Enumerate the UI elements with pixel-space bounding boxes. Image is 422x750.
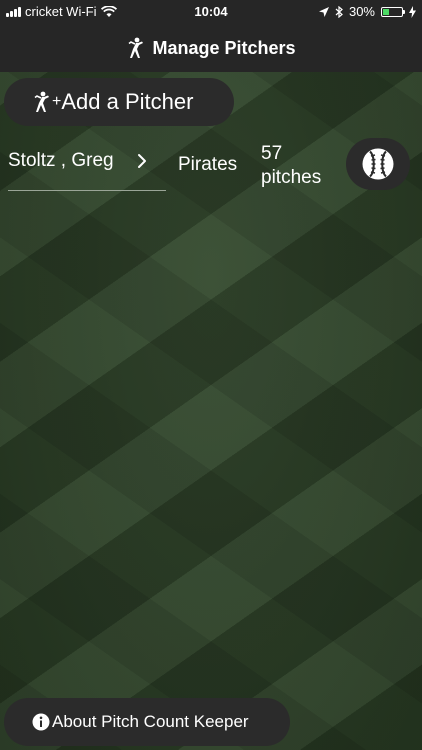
bluetooth-icon — [335, 5, 343, 18]
battery-percent: 30% — [348, 4, 375, 19]
page-title: Manage Pitchers — [152, 37, 296, 58]
add-pitcher-label: Add a Pitcher — [61, 89, 194, 114]
pitch-count: 57 pitches — [261, 142, 321, 190]
pitch-count-unit: pitches — [261, 167, 322, 188]
add-pitcher-button[interactable]: + Add a Pitcher — [4, 78, 234, 126]
pitcher-row[interactable]: Stoltz , Greg Pirates 57 pitches — [0, 136, 422, 196]
count-pitches-button[interactable] — [346, 138, 410, 190]
pitcher-icon — [128, 37, 144, 58]
top-bar: cricket Wi-Fi 10:04 30% Manage Pitchers — [0, 0, 422, 72]
pitch-count-number: 57 — [261, 143, 283, 164]
location-arrow-icon — [318, 6, 329, 17]
baseball-icon — [362, 148, 394, 180]
pitcher-name: Stoltz , Greg — [8, 150, 114, 171]
about-label: About Pitch Count Keeper — [52, 712, 249, 731]
status-bar: cricket Wi-Fi 10:04 30% — [0, 0, 422, 24]
chevron-right-icon[interactable] — [136, 150, 148, 172]
plus-icon: + — [52, 93, 62, 110]
charging-bolt-icon — [409, 5, 416, 18]
battery-fill — [383, 8, 389, 15]
about-button[interactable]: About Pitch Count Keeper — [4, 698, 290, 746]
pitcher-team: Pirates — [178, 154, 238, 175]
battery-icon — [381, 6, 405, 17]
info-icon — [32, 713, 50, 731]
pitcher-icon — [34, 91, 49, 112]
navigation-bar: Manage Pitchers — [0, 30, 422, 66]
